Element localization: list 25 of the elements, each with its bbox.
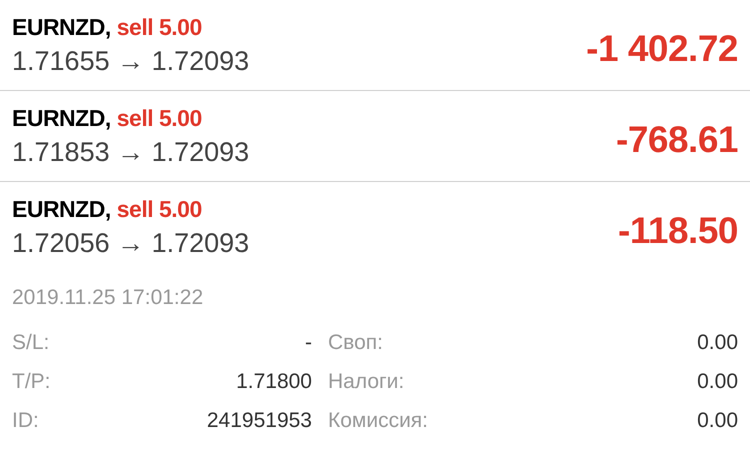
timestamp: 2019.11.25 17:01:22 xyxy=(12,285,204,311)
detail-label: Налоги: xyxy=(328,368,406,394)
profit-value: -1 402.72 xyxy=(586,27,738,72)
detail-value: 0.00 xyxy=(697,408,738,434)
detail-value: 0.00 xyxy=(697,330,738,356)
detail-value: 241951953 xyxy=(206,408,312,434)
detail-label: Своп: xyxy=(328,330,384,356)
detail-value: 1.71800 xyxy=(236,368,312,394)
price-range: 1.71853 → 1.72093 xyxy=(12,136,250,168)
trade-label: sell 5.00 xyxy=(116,195,202,223)
detail-label: T/P: xyxy=(12,368,51,394)
trade-label: sell 5.00 xyxy=(116,13,202,41)
profit-value: -768.61 xyxy=(616,118,738,162)
trade-label: sell 5.00 xyxy=(116,104,202,132)
profit-value: -118.50 xyxy=(618,209,738,254)
detail-label: ID: xyxy=(12,408,39,434)
detail-value: - xyxy=(305,330,312,356)
detail-value: 0.00 xyxy=(697,368,738,394)
price-range: 1.72056 → 1.72093 xyxy=(12,227,250,259)
symbol-label: EURNZD, xyxy=(12,104,111,132)
symbol-label: EURNZD, xyxy=(12,195,111,223)
price-range: 1.71655 → 1.72093 xyxy=(12,45,250,77)
detail-label: Комиссия: xyxy=(328,408,430,434)
symbol-label: EURNZD, xyxy=(12,13,111,41)
detail-label: S/L: xyxy=(12,330,50,356)
